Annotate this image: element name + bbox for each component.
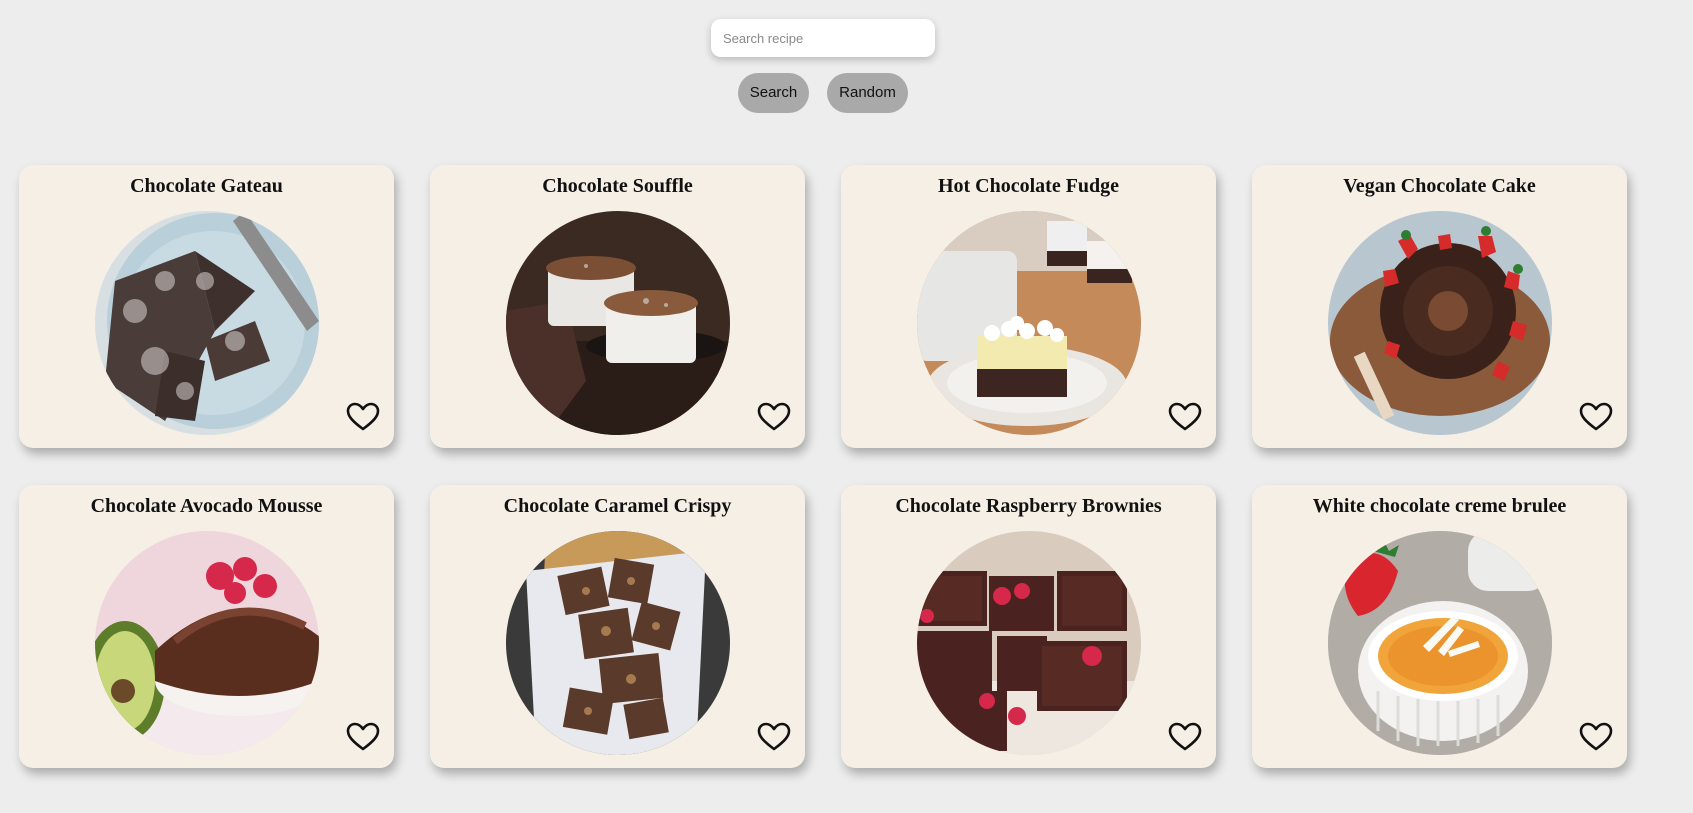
recipe-title: Hot Chocolate Fudge: [937, 175, 1120, 197]
recipe-image[interactable]: [917, 211, 1141, 435]
recipe-card[interactable]: Vegan Chocolate Cake: [1252, 165, 1627, 448]
recipe-title: Chocolate Caramel Crispy: [503, 495, 732, 517]
search-button[interactable]: Search: [738, 73, 809, 113]
favorite-heart-icon[interactable]: [1579, 402, 1613, 432]
chocolate-gateau-photo: [95, 211, 319, 435]
recipe-title: Chocolate Avocado Mousse: [90, 495, 323, 517]
recipe-card[interactable]: Chocolate Avocado Mousse: [19, 485, 394, 768]
vegan-chocolate-cake-photo: [1328, 211, 1552, 435]
white-chocolate-creme-brulee-photo: [1328, 531, 1552, 755]
favorite-heart-icon[interactable]: [757, 402, 791, 432]
recipe-image[interactable]: [95, 531, 319, 755]
recipe-title: Chocolate Souffle: [542, 175, 693, 197]
chocolate-avocado-mousse-photo: [95, 531, 319, 755]
recipe-title: Chocolate Raspberry Brownies: [895, 495, 1162, 517]
recipe-title: Chocolate Gateau: [130, 175, 283, 197]
recipe-image[interactable]: [95, 211, 319, 435]
recipe-image[interactable]: [506, 531, 730, 755]
recipe-grid: Chocolate Gateau Chocolate Souffle Hot C…: [19, 165, 1627, 768]
chocolate-souffle-photo: [506, 211, 730, 435]
random-button[interactable]: Random: [827, 73, 908, 113]
recipe-image[interactable]: [1328, 531, 1552, 755]
recipe-image[interactable]: [1328, 211, 1552, 435]
recipe-title: Vegan Chocolate Cake: [1343, 175, 1536, 197]
favorite-heart-icon[interactable]: [346, 402, 380, 432]
recipe-card[interactable]: Chocolate Caramel Crispy: [430, 485, 805, 768]
favorite-heart-icon[interactable]: [1168, 402, 1202, 432]
hot-chocolate-fudge-photo: [917, 211, 1141, 435]
recipe-image[interactable]: [506, 211, 730, 435]
recipe-card[interactable]: Hot Chocolate Fudge: [841, 165, 1216, 448]
recipe-card[interactable]: Chocolate Souffle: [430, 165, 805, 448]
favorite-heart-icon[interactable]: [757, 722, 791, 752]
recipe-card[interactable]: Chocolate Gateau: [19, 165, 394, 448]
favorite-heart-icon[interactable]: [346, 722, 380, 752]
favorite-heart-icon[interactable]: [1168, 722, 1202, 752]
chocolate-raspberry-brownies-photo: [917, 531, 1141, 755]
search-input[interactable]: [711, 19, 935, 57]
chocolate-caramel-crispy-photo: [506, 531, 730, 755]
recipe-card[interactable]: Chocolate Raspberry Brownies: [841, 485, 1216, 768]
recipe-card[interactable]: White chocolate creme brulee: [1252, 485, 1627, 768]
recipe-image[interactable]: [917, 531, 1141, 755]
favorite-heart-icon[interactable]: [1579, 722, 1613, 752]
recipe-title: White chocolate creme brulee: [1312, 495, 1567, 517]
